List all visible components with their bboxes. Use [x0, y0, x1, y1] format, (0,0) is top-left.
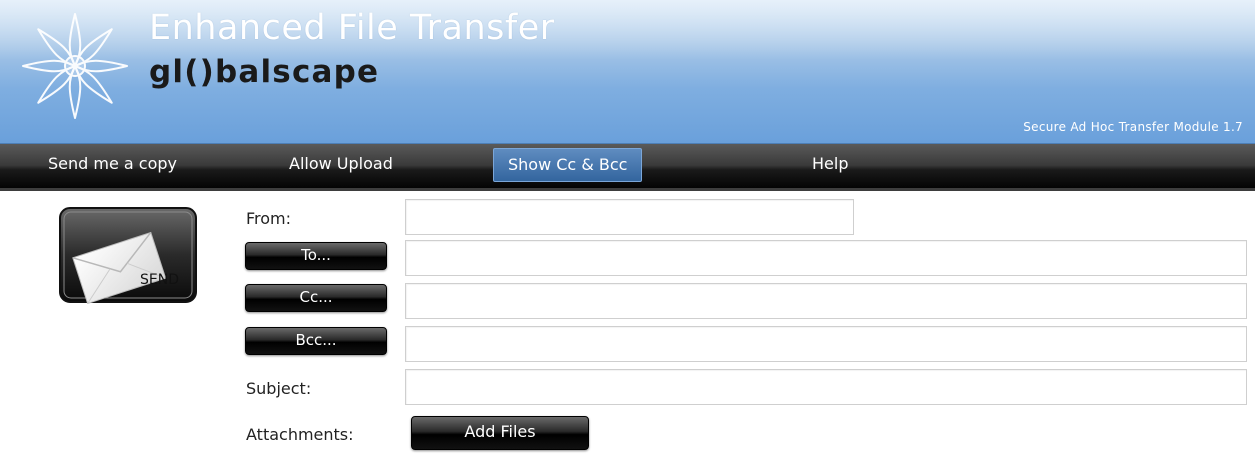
bcc-field[interactable]	[405, 326, 1247, 362]
menu-help[interactable]: Help	[812, 144, 848, 184]
app-header: Enhanced File Transfer gl()balscape Secu…	[0, 0, 1255, 144]
menu-show-cc-bcc[interactable]: Show Cc & Bcc	[493, 148, 643, 182]
attachments-label: Attachments:	[246, 425, 354, 444]
to-button[interactable]: To...	[245, 242, 387, 270]
menu-bar-divider	[0, 188, 1255, 191]
to-field[interactable]	[405, 240, 1247, 276]
add-files-button[interactable]: Add Files	[411, 416, 589, 450]
cc-field[interactable]	[405, 283, 1247, 319]
module-version: Secure Ad Hoc Transfer Module 1.7	[1023, 120, 1243, 134]
from-label: From:	[246, 209, 292, 228]
send-button-label: SEND	[140, 272, 179, 288]
send-button[interactable]: SEND	[58, 206, 198, 305]
subject-field[interactable]	[405, 369, 1247, 405]
bcc-button[interactable]: Bcc...	[245, 327, 387, 355]
envelope-icon	[59, 207, 197, 305]
menu-send-me-a-copy[interactable]: Send me a copy	[48, 144, 177, 184]
menu-allow-upload[interactable]: Allow Upload	[289, 144, 393, 184]
cc-button[interactable]: Cc...	[245, 284, 387, 312]
starburst-logo-icon	[22, 13, 128, 119]
from-field[interactable]	[405, 199, 854, 235]
menu-bar: Send me a copy Allow Upload Show Cc & Bc…	[0, 144, 1255, 191]
subject-label: Subject:	[246, 379, 312, 398]
brand-logo-text: gl()balscape	[149, 54, 380, 90]
product-title: Enhanced File Transfer	[149, 8, 555, 48]
